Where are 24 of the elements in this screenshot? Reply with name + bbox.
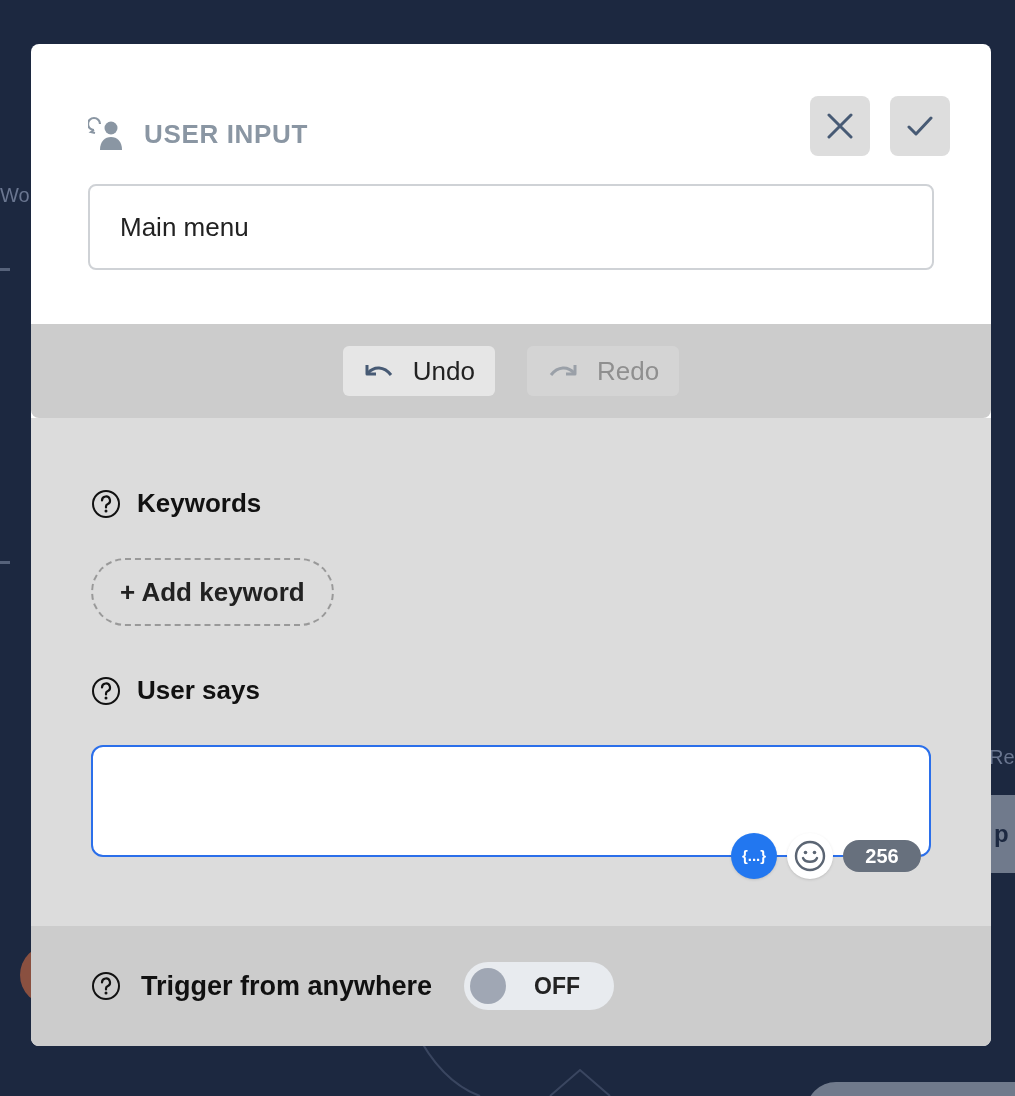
help-icon[interactable] (91, 971, 121, 1001)
check-icon (907, 115, 933, 137)
add-keyword-button[interactable]: + Add keyword (91, 558, 334, 626)
section-label: Keywords (137, 487, 262, 520)
name-field[interactable]: Main menu (88, 184, 934, 270)
emoji-button[interactable] (787, 833, 833, 879)
variable-button[interactable]: {...} (731, 833, 777, 879)
trigger-label: Trigger from anywhere (141, 969, 433, 1003)
toggle-switch[interactable]: OFF (464, 962, 615, 1010)
node-label: Re (989, 745, 1015, 770)
dialog-title: USER INPUT (144, 117, 308, 151)
undo-button[interactable]: Undo (342, 346, 495, 396)
character-count: 256 (843, 840, 921, 872)
help-icon[interactable] (91, 488, 121, 519)
help-icon[interactable] (91, 675, 121, 706)
confirm-button[interactable] (890, 96, 950, 156)
close-icon (827, 113, 853, 139)
node-label: p (994, 819, 1009, 849)
smiley-icon (794, 840, 826, 872)
section-label: User says (137, 674, 260, 707)
toggle-knob (470, 968, 507, 1004)
node-label: Wo (0, 183, 30, 208)
toggle-state: OFF (533, 971, 582, 1001)
close-button[interactable] (810, 96, 870, 156)
